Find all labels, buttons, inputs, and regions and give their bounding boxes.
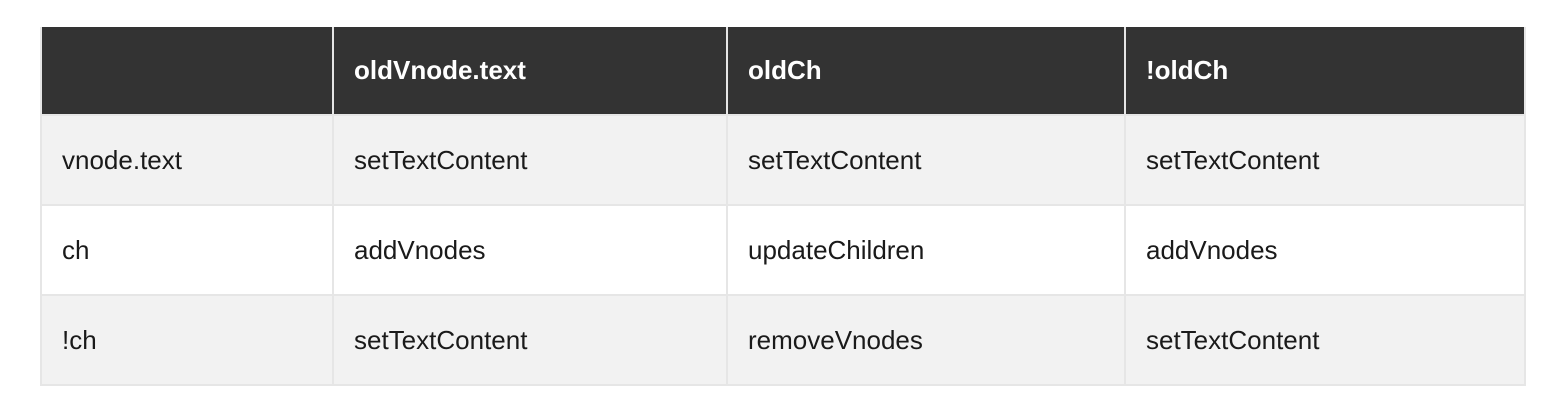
header-row: oldVnode.text oldCh !oldCh — [40, 27, 1526, 116]
table-row: vnode.text setTextContent setTextContent… — [40, 114, 1526, 206]
header-cell-corner — [40, 27, 334, 116]
table-cell: setTextContent — [1124, 294, 1526, 386]
table-cell: updateChildren — [726, 204, 1126, 296]
table-cell: setTextContent — [332, 294, 728, 386]
table-header: oldVnode.text oldCh !oldCh — [40, 27, 1526, 116]
table-row: ch addVnodes updateChildren addVnodes — [40, 204, 1526, 296]
table-cell: removeVnodes — [726, 294, 1126, 386]
comparison-table: oldVnode.text oldCh !oldCh vnode.text se… — [40, 27, 1526, 386]
table-cell: setTextContent — [1124, 114, 1526, 206]
header-cell-not-oldch: !oldCh — [1124, 27, 1526, 116]
header-cell-oldvnode-text: oldVnode.text — [332, 27, 728, 116]
table-row: !ch setTextContent removeVnodes setTextC… — [40, 294, 1526, 386]
row-label-cell: vnode.text — [40, 114, 334, 206]
table-cell: setTextContent — [726, 114, 1126, 206]
table-container: oldVnode.text oldCh !oldCh vnode.text se… — [40, 27, 1526, 386]
table-cell: addVnodes — [332, 204, 728, 296]
header-cell-oldch: oldCh — [726, 27, 1126, 116]
row-label-cell: ch — [40, 204, 334, 296]
table-cell: setTextContent — [332, 114, 728, 206]
table-body: vnode.text setTextContent setTextContent… — [40, 114, 1526, 386]
row-label-cell: !ch — [40, 294, 334, 386]
table-cell: addVnodes — [1124, 204, 1526, 296]
